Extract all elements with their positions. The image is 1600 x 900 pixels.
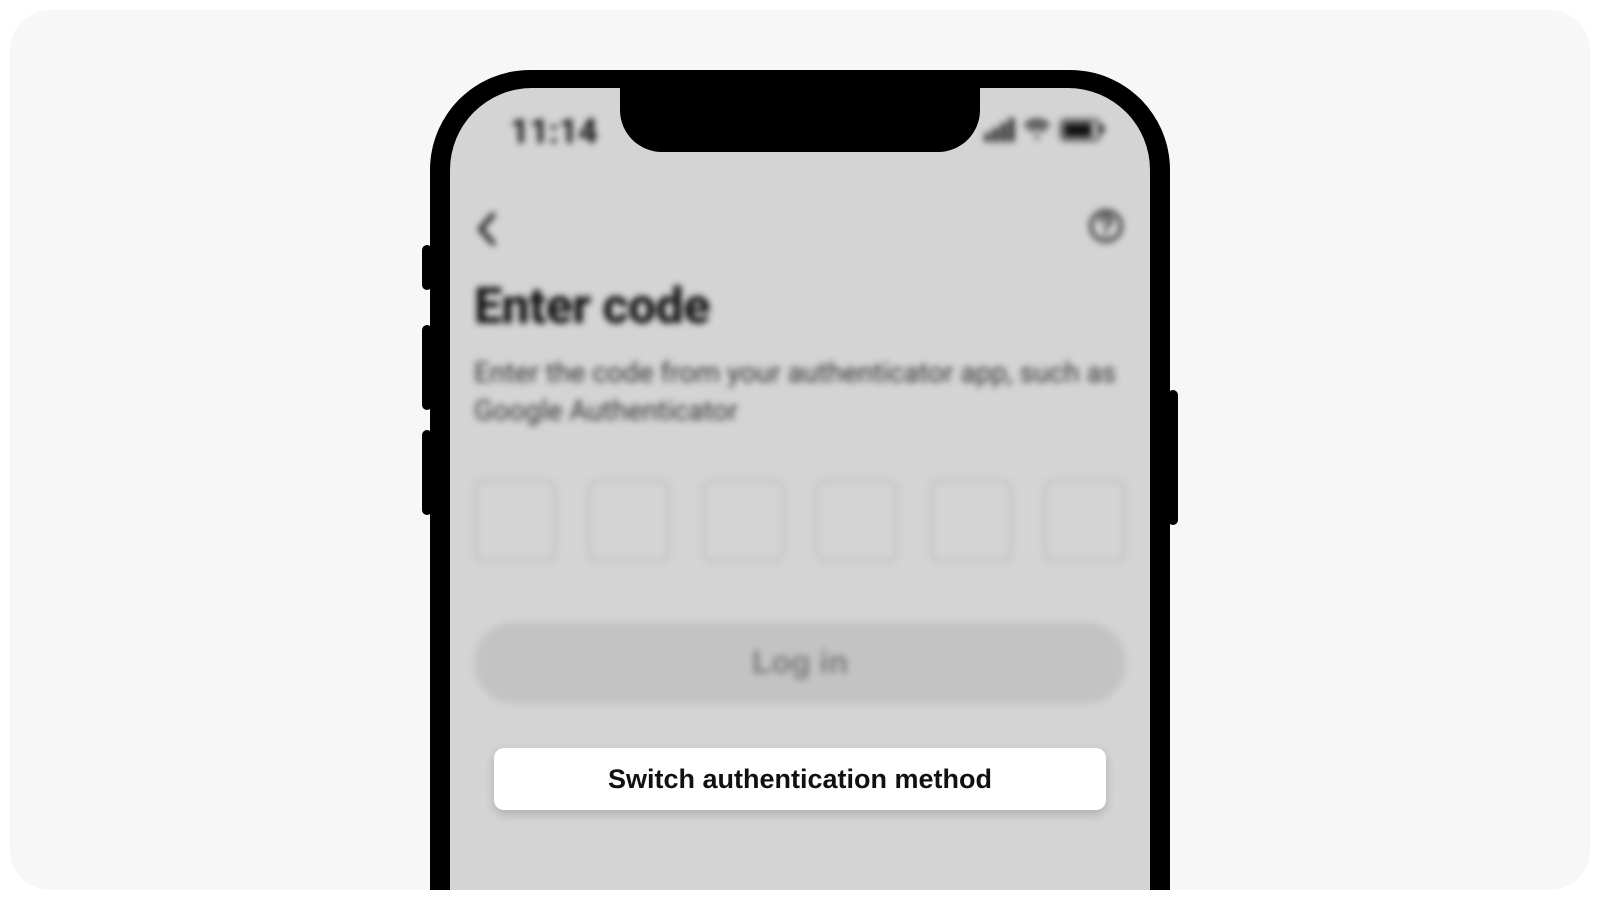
phone-mute-switch [422, 245, 432, 290]
outer-panel: 11:14 [10, 10, 1590, 890]
page-subtitle: Enter the code from your authenticator a… [474, 354, 1126, 430]
phone-frame: 11:14 [430, 70, 1170, 890]
cellular-icon [985, 118, 1014, 142]
phone-screen: 11:14 [450, 88, 1150, 890]
status-right [985, 118, 1100, 142]
code-digit-4[interactable] [816, 480, 898, 562]
code-digit-5[interactable] [930, 480, 1012, 562]
phone-power-button [1168, 390, 1178, 525]
switch-auth-container: Switch authentication method [494, 748, 1106, 810]
help-icon [1088, 208, 1124, 244]
page-title: Enter code [474, 278, 1126, 336]
phone-notch [620, 88, 980, 152]
code-digit-6[interactable] [1044, 480, 1126, 562]
wifi-icon [1024, 119, 1050, 141]
login-button[interactable]: Log in [474, 622, 1126, 704]
code-digit-1[interactable] [474, 480, 556, 562]
content-area: Enter code Enter the code from your auth… [474, 278, 1126, 704]
back-button[interactable] [476, 212, 496, 250]
code-digit-2[interactable] [588, 480, 670, 562]
switch-auth-button[interactable]: Switch authentication method [494, 748, 1106, 810]
battery-icon [1060, 119, 1100, 141]
code-digit-3[interactable] [702, 480, 784, 562]
help-button[interactable] [1088, 208, 1124, 248]
phone-volume-down [422, 430, 432, 515]
phone-volume-up [422, 325, 432, 410]
chevron-left-icon [476, 212, 496, 246]
code-input-row [474, 480, 1126, 562]
status-time: 11:14 [510, 112, 598, 152]
nav-bar [450, 198, 1150, 258]
